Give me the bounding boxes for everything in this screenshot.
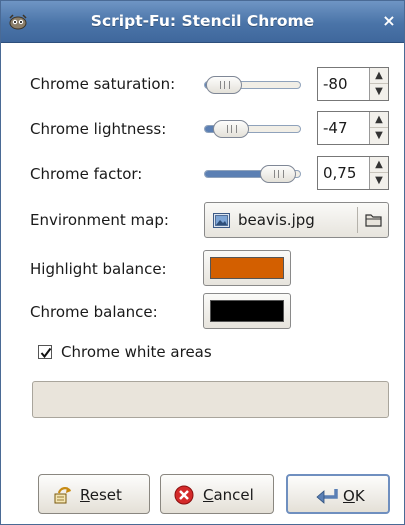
reset-button-label: Reset bbox=[80, 486, 122, 504]
highlight-balance-swatch bbox=[210, 257, 284, 279]
chrome-lightness-label: Chrome lightness: bbox=[30, 120, 167, 138]
chrome-balance-color-button[interactable] bbox=[203, 293, 291, 329]
environment-map-file-button[interactable]: beavis.jpg bbox=[204, 202, 389, 238]
highlight-balance-label: Highlight balance: bbox=[30, 260, 167, 278]
enter-arrow-icon bbox=[316, 489, 338, 504]
ok-button[interactable]: OK bbox=[286, 474, 390, 514]
chrome-balance-label: Chrome balance: bbox=[30, 303, 158, 321]
chrome-lightness-spinbox[interactable]: -47 ▲ ▼ bbox=[317, 111, 389, 145]
decrement-arrow-icon[interactable]: ▼ bbox=[370, 128, 388, 144]
dialog-window: Script-Fu: Stencil Chrome × Chrome satur… bbox=[0, 0, 405, 525]
chrome-saturation-spinbox[interactable]: -80 ▲ ▼ bbox=[317, 67, 389, 101]
chrome-factor-slider-handle[interactable] bbox=[259, 165, 296, 183]
increment-arrow-icon[interactable]: ▲ bbox=[370, 157, 388, 173]
increment-arrow-icon[interactable]: ▲ bbox=[370, 68, 388, 84]
chrome-factor-slider[interactable] bbox=[204, 165, 301, 183]
progress-bar bbox=[32, 381, 389, 418]
spin-arrows: ▲ ▼ bbox=[369, 157, 388, 189]
chrome-saturation-slider-handle[interactable] bbox=[206, 76, 243, 94]
chrome-factor-value[interactable]: 0,75 bbox=[323, 164, 356, 182]
chrome-balance-swatch bbox=[210, 300, 284, 322]
chrome-factor-label: Chrome factor: bbox=[30, 165, 143, 183]
highlight-balance-color-button[interactable] bbox=[203, 250, 291, 286]
title-bar[interactable]: Script-Fu: Stencil Chrome × bbox=[1, 1, 404, 43]
chrome-white-areas-checkbox[interactable] bbox=[38, 345, 52, 359]
file-button-divider bbox=[357, 207, 358, 233]
decrement-arrow-icon[interactable]: ▼ bbox=[370, 173, 388, 189]
close-icon[interactable]: × bbox=[380, 12, 398, 30]
environment-map-filename: beavis.jpg bbox=[238, 211, 315, 229]
reset-icon bbox=[54, 487, 71, 504]
cancel-button-label: Cancel bbox=[203, 486, 254, 504]
chrome-factor-spinbox[interactable]: 0,75 ▲ ▼ bbox=[317, 156, 389, 190]
image-file-icon bbox=[213, 213, 230, 228]
spin-arrows: ▲ ▼ bbox=[369, 112, 388, 144]
chrome-white-areas-label[interactable]: Chrome white areas bbox=[61, 343, 212, 361]
cancel-button[interactable]: Cancel bbox=[160, 474, 274, 514]
spin-arrows: ▲ ▼ bbox=[369, 68, 388, 100]
decrement-arrow-icon[interactable]: ▼ bbox=[370, 84, 388, 100]
window-title: Script-Fu: Stencil Chrome bbox=[90, 12, 315, 30]
reset-button[interactable]: Reset bbox=[38, 474, 150, 514]
chrome-lightness-slider-handle[interactable] bbox=[213, 120, 250, 138]
chrome-saturation-slider[interactable] bbox=[204, 76, 301, 94]
increment-arrow-icon[interactable]: ▲ bbox=[370, 112, 388, 128]
ok-button-label: OK bbox=[343, 487, 365, 505]
chrome-saturation-value[interactable]: -80 bbox=[323, 75, 348, 93]
environment-map-label: Environment map: bbox=[30, 211, 169, 229]
chrome-saturation-label: Chrome saturation: bbox=[30, 75, 176, 93]
checkmark-icon bbox=[40, 347, 52, 359]
chrome-lightness-value[interactable]: -47 bbox=[323, 119, 348, 137]
chrome-lightness-slider[interactable] bbox=[204, 120, 301, 138]
folder-open-icon[interactable] bbox=[365, 212, 383, 228]
cancel-icon bbox=[174, 485, 194, 505]
